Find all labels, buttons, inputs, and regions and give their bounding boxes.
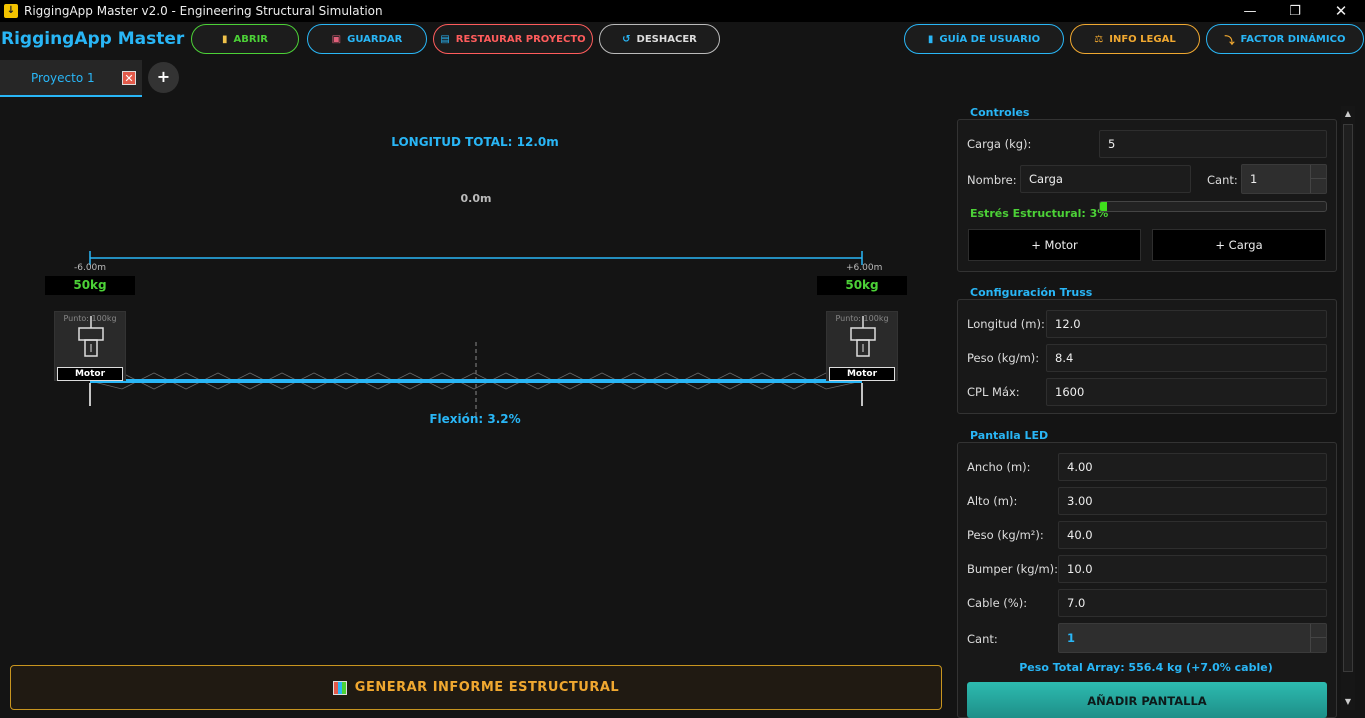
abrir-label: ABRIR [233, 33, 268, 45]
guia-usuario-button[interactable]: ▮ GUÍA DE USUARIO [904, 24, 1064, 54]
deshacer-label: DESHACER [636, 33, 697, 45]
add-carga-button[interactable]: + Carga [1152, 229, 1326, 261]
longitud-input[interactable]: 12.0 [1046, 310, 1327, 338]
info-legal-button[interactable]: ⚖ INFO LEGAL [1070, 24, 1200, 54]
peso-led-label: Peso (kg/m²): [967, 528, 1044, 542]
info-legal-label: INFO LEGAL [1109, 33, 1176, 45]
cable-input[interactable]: 7.0 [1058, 589, 1327, 617]
hoist-icon [78, 316, 104, 357]
stress-progress-fill [1100, 202, 1107, 211]
controles-title: Controles [966, 106, 1034, 119]
motor-right-label: Motor [829, 367, 895, 381]
peso-led-input[interactable]: 40.0 [1058, 521, 1327, 549]
minimize-button[interactable]: — [1227, 0, 1273, 22]
carga-label: Carga (kg): [967, 137, 1032, 151]
guardar-label: GUARDAR [347, 33, 403, 45]
alto-input[interactable]: 3.00 [1058, 487, 1327, 515]
restaurar-proyecto-button[interactable]: ▤ RESTAURAR PROYECTO [433, 24, 593, 54]
cant-label: Cant: [1207, 173, 1238, 187]
folder-icon: ▮ [222, 33, 228, 45]
scroll-thumb[interactable] [1343, 124, 1353, 672]
guia-label: GUÍA DE USUARIO [939, 33, 1041, 45]
cant-stepper[interactable]: 1 [1241, 164, 1327, 194]
title-bar: ↓ RiggingApp Master v2.0 - Engineering S… [0, 0, 1365, 22]
scroll-down-icon[interactable]: ▼ [1342, 696, 1354, 708]
factor-dinamico-button[interactable]: ⤵ FACTOR DINÁMICO [1206, 24, 1364, 54]
stepper-arrows[interactable] [1310, 624, 1326, 652]
window-title: RiggingApp Master v2.0 - Engineering Str… [24, 4, 383, 18]
tab-label: Proyecto 1 [31, 71, 95, 85]
motor-left-label: Motor [57, 367, 123, 381]
generate-report-button[interactable]: GENERAR INFORME ESTRUCTURAL [10, 665, 942, 710]
factor-label: FACTOR DINÁMICO [1240, 33, 1346, 45]
led-cant-stepper[interactable]: 1 [1058, 623, 1327, 653]
add-screen-button[interactable]: AÑADIR PANTALLA [967, 682, 1327, 718]
peso-truss-input[interactable]: 8.4 [1046, 344, 1327, 372]
cpl-label: CPL Máx: [967, 385, 1020, 399]
flexion-label: Flexión: 3.2% [429, 412, 521, 426]
nombre-input[interactable]: Carga [1020, 165, 1191, 193]
hoist-icon [850, 316, 876, 357]
tab-proyecto-1[interactable]: Proyecto 1 ✕ [0, 60, 142, 97]
cant-value: 1 [1250, 172, 1258, 186]
bumper-label: Bumper (kg/m): [967, 562, 1059, 576]
scroll-up-icon[interactable]: ▲ [1342, 108, 1354, 120]
alto-label: Alto (m): [967, 494, 1018, 508]
abrir-button[interactable]: ▮ ABRIR [191, 24, 299, 54]
right-load-badge: 50kg [817, 276, 907, 295]
truss-title: Configuración Truss [966, 286, 1097, 299]
center-position-label: 0.0m [460, 192, 492, 205]
truss-canvas[interactable] [0, 100, 950, 660]
ancho-input[interactable]: 4.00 [1058, 453, 1327, 481]
brand-title: RiggingApp Master [1, 29, 185, 49]
longitud-label: Longitud (m): [967, 317, 1045, 331]
stress-label: Estrés Estructural: 3% [970, 207, 1109, 220]
motor-right[interactable]: Punto: 100kg Motor [826, 311, 898, 381]
restaurar-label: RESTAURAR PROYECTO [455, 33, 586, 45]
carga-input[interactable]: 5 [1099, 130, 1327, 158]
nombre-label: Nombre: [967, 173, 1017, 187]
left-load-badge: 50kg [45, 276, 135, 295]
motor-left[interactable]: Punto: 100kg Motor [54, 311, 126, 381]
guardar-button[interactable]: ▣ GUARDAR [307, 24, 427, 54]
right-dimension: +6.00m [846, 263, 883, 273]
app-window: { "window": { "title": "RiggingApp Maste… [0, 0, 1365, 718]
book-icon: ▮ [927, 33, 934, 45]
restore-icon: ▤ [440, 33, 450, 45]
floppy-icon: ▣ [331, 33, 342, 45]
led-cant-label: Cant: [967, 632, 998, 646]
bumper-input[interactable]: 10.0 [1058, 555, 1327, 583]
stress-progress-bar [1099, 201, 1327, 212]
ancho-label: Ancho (m): [967, 460, 1031, 474]
app-icon: ↓ [4, 4, 18, 18]
undo-icon: ↺ [622, 33, 631, 45]
cable-label: Cable (%): [967, 596, 1028, 610]
report-label: GENERAR INFORME ESTRUCTURAL [354, 680, 620, 695]
close-tab-icon[interactable]: ✕ [122, 71, 136, 85]
stepper-arrows[interactable] [1310, 165, 1326, 193]
left-dimension: -6.00m [74, 263, 107, 273]
peso-truss-label: Peso (kg/m): [967, 351, 1040, 365]
led-cant-value: 1 [1067, 631, 1076, 645]
total-length-label: LONGITUD TOTAL: 12.0m [391, 135, 559, 149]
restore-window-button[interactable]: ❐ [1272, 0, 1318, 22]
add-tab-button[interactable]: + [148, 62, 179, 93]
close-window-button[interactable]: ✕ [1318, 0, 1364, 22]
cpl-input[interactable]: 1600 [1046, 378, 1327, 406]
total-array-weight: Peso Total Array: 556.4 kg (+7.0% cable) [1019, 661, 1273, 674]
report-icon [332, 680, 347, 695]
led-title: Pantalla LED [966, 429, 1053, 442]
deshacer-button[interactable]: ↺ DESHACER [599, 24, 720, 54]
scale-icon: ⚖ [1094, 33, 1104, 45]
bolt-icon: ⤵ [1224, 35, 1235, 47]
panel-scrollbar[interactable]: ▲ ▼ [1341, 106, 1355, 710]
add-motor-button[interactable]: + Motor [968, 229, 1141, 261]
